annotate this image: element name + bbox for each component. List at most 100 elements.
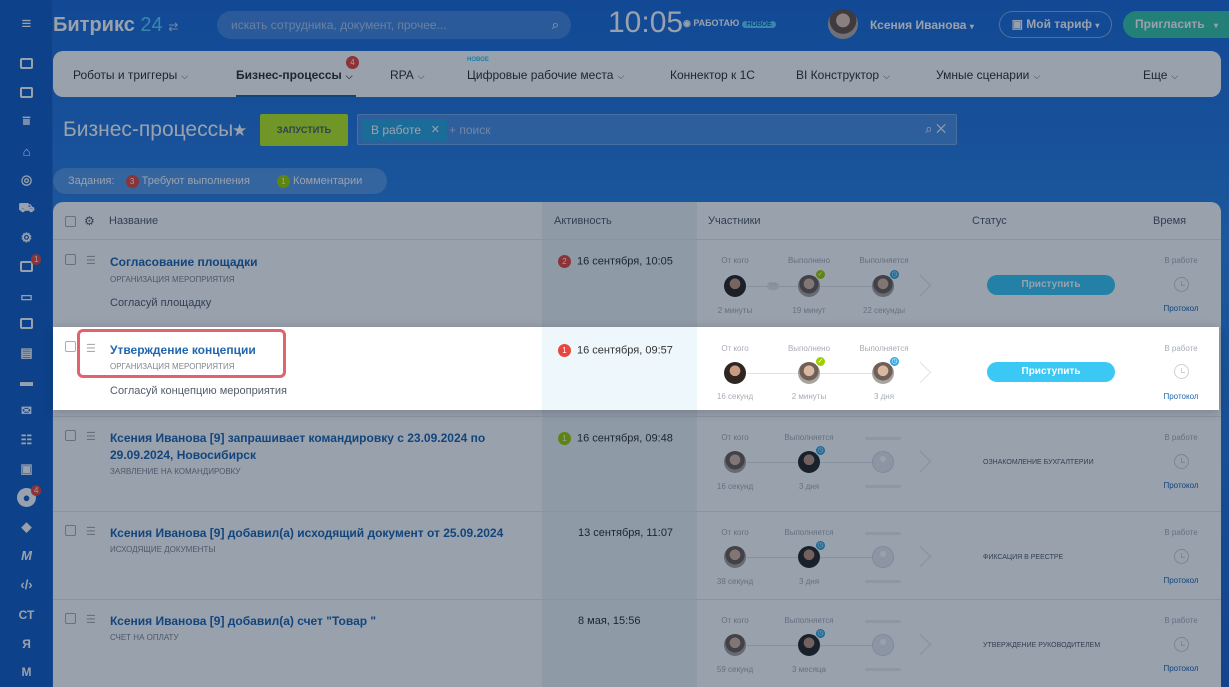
row-title-line2: 29.09.2024, Новосибирск [110, 448, 256, 462]
protocol-link[interactable]: Протокол [1151, 664, 1211, 673]
comments-link[interactable]: Комментарии [293, 175, 362, 187]
avatar[interactable] [724, 275, 746, 297]
work-status[interactable]: ◉ РАБОТАЮ НОВОЕ [683, 18, 776, 29]
row-checkbox[interactable] [65, 613, 76, 624]
column-time[interactable]: Время [1153, 215, 1186, 227]
drag-handle-icon[interactable]: ☰ [86, 613, 96, 626]
row-title[interactable]: Ксения Иванова [9] запрашивает командиро… [110, 430, 485, 464]
menu-item-workplaces[interactable]: Цифровые рабочие места ⌵ [467, 68, 624, 82]
table-row-highlighted[interactable]: ☰ Утверждение концепции ОРГАНИЗАЦИЯ МЕРО… [53, 327, 1219, 410]
row-title[interactable]: Согласование площадки [110, 254, 258, 271]
logo-name: Битрикс [53, 14, 135, 36]
avatar[interactable] [724, 451, 746, 473]
menu-item-robots[interactable]: Роботы и триггеры ⌵ [73, 68, 188, 82]
star-icon[interactable]: ★ [232, 121, 247, 141]
select-all-checkbox[interactable] [65, 216, 76, 227]
row-activity[interactable]: 13 сентября, 11:07 [578, 527, 673, 539]
row-activity[interactable]: 1 16 сентября, 09:57 [558, 344, 673, 357]
logo[interactable]: Битрикс 24 ⇄ [53, 14, 178, 37]
row-checkbox[interactable] [65, 525, 76, 536]
calendar-icon[interactable] [20, 318, 33, 329]
row-title[interactable]: Утверждение концепции [110, 342, 256, 359]
running-label: Выполняется [784, 528, 834, 537]
cart-icon[interactable]: ⛟ [17, 198, 36, 217]
start-task-button[interactable]: Приступить [987, 275, 1115, 295]
column-activity[interactable]: Активность [554, 215, 612, 227]
table-row[interactable]: ☰ Ксения Иванова [9] добавил(а) исходящи… [53, 512, 1221, 600]
column-status[interactable]: Статус [972, 215, 1007, 227]
avatar[interactable] [724, 362, 746, 384]
table-row[interactable]: ☰ Согласование площадки ОРГАНИЗАЦИЯ МЕРО… [53, 241, 1221, 329]
row-activity[interactable]: 2 16 сентября, 10:05 [558, 255, 673, 268]
drag-handle-icon[interactable]: ☰ [86, 254, 96, 267]
menu-item-more[interactable]: Еще ⌵ [1143, 68, 1178, 82]
feed-icon[interactable] [20, 58, 33, 69]
menu-icon[interactable]: ≡ [17, 14, 36, 33]
more-dots-icon[interactable]: ··· [767, 281, 779, 290]
table-row[interactable]: ☰ Ксения Иванова [9] добавил(а) счет "То… [53, 600, 1221, 687]
invite-button[interactable]: Пригласить ▾ [1123, 11, 1229, 38]
market-icon[interactable]: M [17, 546, 36, 565]
chat-icon[interactable]: ▭ [17, 287, 36, 306]
drag-handle-icon[interactable]: ☰ [86, 525, 96, 538]
menu-item-rpa[interactable]: RPA ⌵ [390, 68, 425, 82]
protocol-link[interactable]: Протокол [1151, 392, 1211, 401]
settings-icon[interactable]: ⚙ [84, 214, 95, 228]
users-icon[interactable]: ☷ [17, 430, 36, 449]
required-count-badge: 3 [125, 174, 139, 188]
menu-item-bizproc[interactable]: Бизнес-процессы ⌵ [236, 68, 353, 82]
document-icon[interactable]: ▤ [17, 343, 36, 362]
protocol-link[interactable]: Протокол [1151, 576, 1211, 585]
row-checkbox[interactable] [65, 430, 76, 441]
chevron-down-icon: ⌵ [617, 71, 625, 81]
start-button[interactable]: ЗАПУСТИТЬ [260, 114, 348, 146]
avatar[interactable] [724, 546, 746, 568]
status-text: ФИКСАЦИЯ В РЕЕСТРЕ [983, 554, 1064, 561]
search-icon[interactable]: ⌕ [925, 121, 932, 136]
close-icon[interactable]: ✕ [936, 121, 946, 136]
menu-item-bi[interactable]: BI Конструктор ⌵ [796, 68, 890, 82]
clock-icon: ◷ [889, 269, 900, 280]
envelope-icon[interactable]: ✉ [17, 401, 36, 420]
filter-chip[interactable]: В работе ✕ [362, 119, 448, 141]
code-icon[interactable]: ‹/› [17, 575, 36, 594]
column-name[interactable]: Название [109, 215, 158, 227]
target-icon[interactable]: ◎ [17, 170, 36, 189]
protocol-link[interactable]: Протокол [1151, 304, 1211, 313]
row-title[interactable]: Ксения Иванова [9] добавил(а) счет "Това… [110, 613, 376, 630]
tasks-icon[interactable] [20, 87, 33, 98]
row-checkbox[interactable] [65, 254, 76, 265]
menu-item-smart[interactable]: Умные сценарии ⌵ [936, 68, 1040, 82]
column-participants[interactable]: Участники [708, 215, 761, 227]
app-st[interactable]: СТ [0, 608, 53, 622]
search-icon[interactable]: ⌕ [552, 11, 559, 39]
row-title[interactable]: Ксения Иванова [9] добавил(а) исходящий … [110, 525, 503, 542]
bank-icon[interactable]: ⌂ [17, 142, 36, 161]
start-task-button[interactable]: Приступить [987, 362, 1115, 382]
user-menu[interactable]: Ксения Иванова ▾ [870, 18, 974, 32]
drive-icon[interactable]: ▬ [17, 372, 36, 391]
row-activity[interactable]: 1 16 сентября, 09:48 [558, 432, 673, 445]
avatar[interactable] [828, 9, 858, 39]
filter-icon[interactable]: ⩸ [17, 111, 36, 130]
avatar[interactable] [724, 634, 746, 656]
required-tasks-link[interactable]: Требуют выполнения [142, 175, 250, 187]
table-row[interactable]: ☰ Ксения Иванова [9] запрашивает команди… [53, 417, 1221, 512]
drag-handle-icon[interactable]: ☰ [86, 430, 96, 443]
tariff-button[interactable]: ▣ Мой тариф ▾ [999, 11, 1112, 38]
box-icon[interactable]: ◆ [17, 517, 36, 536]
from-label: От кого [721, 256, 749, 265]
global-search-input[interactable]: искать сотрудника, документ, прочее... ⌕ [217, 11, 571, 39]
id-card-icon[interactable]: ▣ [17, 459, 36, 478]
close-icon[interactable]: ✕ [431, 119, 440, 141]
app-m[interactable]: М [0, 665, 53, 679]
swap-icon[interactable]: ⇄ [168, 20, 178, 34]
row-activity[interactable]: 8 мая, 15:56 [578, 615, 640, 627]
menu-item-1c[interactable]: Коннектор к 1С [670, 68, 755, 82]
protocol-link[interactable]: Протокол [1151, 481, 1211, 490]
app-ya[interactable]: Я [0, 637, 53, 651]
nodes-icon[interactable]: ⚙ [17, 228, 36, 247]
filter-search[interactable]: В работе ✕ + поиск ⌕ ✕ [357, 114, 957, 145]
tasks-bar: Задания: 3 Требуют выполнения 1 Коммента… [53, 168, 387, 194]
row-checkbox[interactable] [65, 341, 76, 352]
